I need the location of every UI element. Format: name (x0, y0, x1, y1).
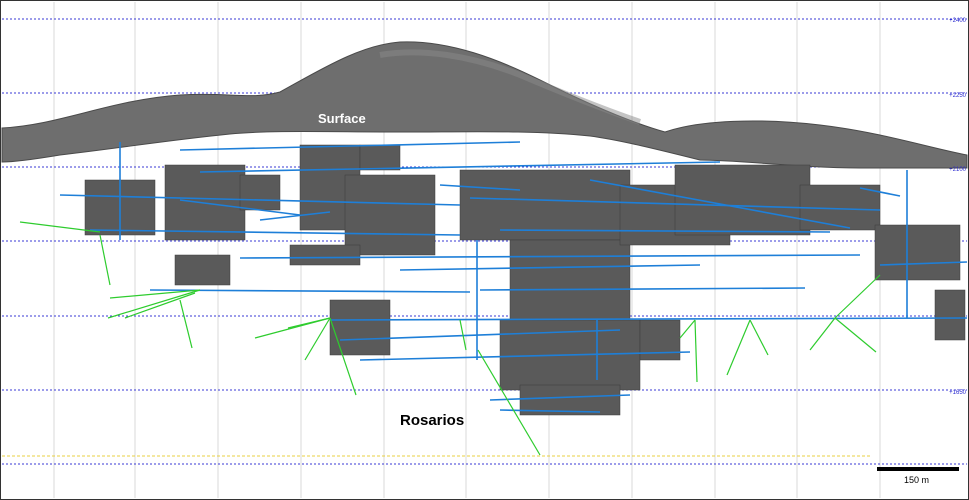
elevation-label: +2400 (949, 18, 966, 24)
surface-label: Surface (318, 111, 366, 126)
scale-bar-label: 150 m (904, 475, 930, 485)
mine-name-label: Rosarios (400, 412, 465, 429)
elevation-label: +1650 (949, 390, 966, 396)
elevation-label: +2250 (949, 93, 966, 99)
stope-blocks (84, 144, 966, 416)
elevation-label: +2100 (949, 167, 966, 173)
cross-section-diagram (1, 2, 968, 498)
scale-bar (877, 467, 959, 471)
